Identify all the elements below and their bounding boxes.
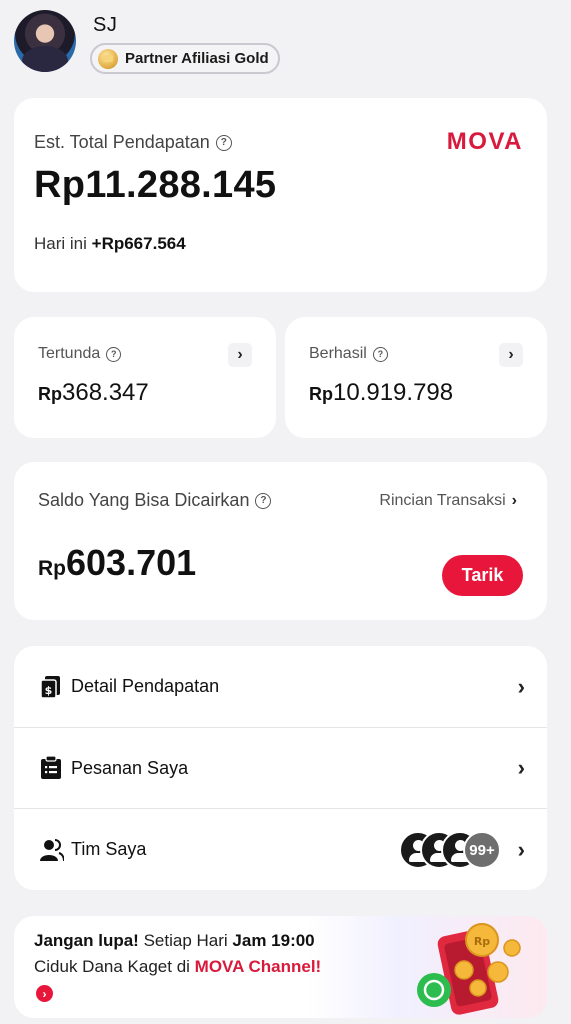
- chevron-right-icon[interactable]: ›: [499, 343, 523, 367]
- avatar[interactable]: [14, 10, 76, 72]
- promo-channel-link[interactable]: MOVA Channel!: [195, 957, 322, 976]
- withdraw-value: 603.701: [66, 542, 197, 583]
- success-label: Berhasil: [309, 345, 367, 362]
- success-value: 10.919.798: [333, 379, 454, 406]
- total-label-row: Est. Total Pendapatan ?: [34, 132, 232, 153]
- success-card[interactable]: Berhasil ? › Rp10.919.798: [285, 317, 547, 438]
- pending-label-row: Tertunda ?: [38, 345, 122, 363]
- total-earnings-card: Est. Total Pendapatan ? MOVA Rp11.288.14…: [14, 98, 547, 292]
- promo-bold-2: Jam 19:00: [232, 931, 315, 950]
- withdrawable-balance-card: Saldo Yang Bisa Dicairkan ? Rincian Tran…: [14, 462, 547, 620]
- help-icon[interactable]: ?: [255, 492, 272, 509]
- partner-badge[interactable]: Partner Afiliasi Gold: [90, 43, 280, 74]
- svg-text:Rp: Rp: [474, 935, 490, 948]
- menu-card: $ Detail Pendapatan › Pesanan Saya › Tim…: [14, 646, 547, 890]
- chevron-right-icon: ›: [517, 673, 525, 699]
- badge-label: Partner Afiliasi Gold: [125, 50, 269, 67]
- chevron-right-icon: ›: [517, 755, 525, 780]
- currency-label: Rp: [309, 384, 333, 404]
- promo-text-2: Ciduk Dana Kaget di: [34, 957, 195, 976]
- chevron-right-icon: ›: [511, 492, 517, 509]
- svg-text:$: $: [45, 684, 53, 697]
- help-icon[interactable]: ?: [215, 134, 232, 151]
- withdraw-label: Saldo Yang Bisa Dicairkan: [38, 490, 250, 510]
- arrow-right-circle-icon[interactable]: ›: [36, 985, 53, 1003]
- currency-label: Rp: [38, 384, 62, 404]
- team-avatars: 99+: [399, 831, 501, 869]
- menu-item-detail-pendapatan[interactable]: $ Detail Pendapatan ›: [14, 646, 547, 727]
- withdraw-button[interactable]: Tarik: [442, 555, 523, 596]
- menu-label: Tim Saya: [71, 839, 147, 859]
- currency-label: Rp: [38, 557, 66, 580]
- menu-item-tim-saya[interactable]: Tim Saya 99+ ›: [14, 808, 547, 890]
- profile-header: SJ Partner Afiliasi Gold: [14, 10, 557, 76]
- menu-item-pesanan-saya[interactable]: Pesanan Saya ›: [14, 727, 547, 808]
- help-icon[interactable]: ?: [372, 346, 388, 362]
- chevron-right-icon[interactable]: ›: [228, 343, 252, 367]
- promo-text-1: Setiap Hari: [138, 931, 233, 950]
- withdraw-amount: Rp603.701: [38, 542, 196, 584]
- success-amount: Rp10.919.798: [309, 379, 453, 407]
- help-icon[interactable]: ?: [106, 346, 122, 362]
- today-value: +Rp667.564: [91, 234, 186, 253]
- total-amount: Rp11.288.145: [34, 164, 277, 206]
- promo-bold-1: Jangan lupa!: [34, 931, 139, 950]
- withdraw-label-row: Saldo Yang Bisa Dicairkan ?: [38, 490, 272, 511]
- menu-label: Detail Pendapatan: [71, 676, 220, 696]
- today-label: Hari ini: [34, 234, 87, 253]
- brand-logo: MOVA: [446, 128, 523, 155]
- gold-medal-icon: [98, 48, 118, 69]
- transaction-details-label: Rincian Transaksi: [379, 492, 506, 509]
- money-doc-icon: $: [40, 675, 60, 699]
- promo-banner[interactable]: Jangan lupa! Setiap Hari Jam 19:00 Ciduk…: [14, 916, 547, 1018]
- today-earnings: Hari ini +Rp667.564: [34, 234, 186, 254]
- clipboard-icon: [41, 756, 61, 779]
- pending-card[interactable]: Tertunda ? › Rp368.347: [14, 317, 276, 438]
- promo-text: Jangan lupa! Setiap Hari Jam 19:00 Ciduk…: [34, 928, 334, 1006]
- menu-label: Pesanan Saya: [71, 757, 189, 778]
- success-label-row: Berhasil ?: [309, 345, 388, 363]
- team-icon: [40, 838, 64, 861]
- chevron-right-icon: ›: [517, 836, 525, 862]
- username: SJ: [93, 14, 118, 36]
- total-label: Est. Total Pendapatan: [34, 132, 210, 152]
- pending-value: 368.347: [62, 379, 149, 406]
- transaction-details-link[interactable]: Rincian Transaksi ›: [379, 492, 517, 510]
- phone-coins-illustration: Rp: [417, 923, 521, 1015]
- pending-amount: Rp368.347: [38, 379, 149, 407]
- team-count-badge: 99+: [463, 831, 501, 869]
- pending-label: Tertunda: [38, 345, 101, 362]
